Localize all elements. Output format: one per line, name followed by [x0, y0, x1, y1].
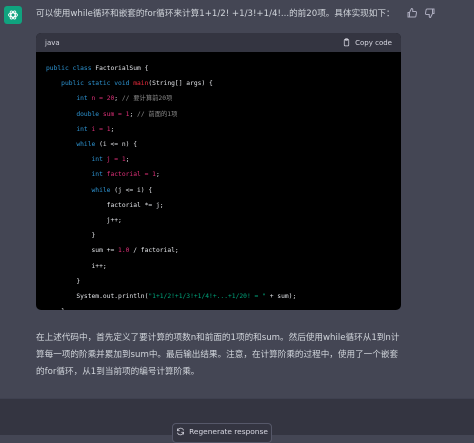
code-token: ;: [110, 125, 115, 133]
code-token: "1+1/2!+1/3!+1/4!+...+1/20! = ": [148, 293, 266, 301]
code-token: }: [91, 232, 96, 240]
code-token: i =: [87, 125, 107, 133]
code-token: int: [76, 125, 88, 133]
assistant-avatar: [4, 6, 22, 24]
code-block: java Copy code public class FactorialSum…: [36, 33, 401, 310]
code-token: j++;: [106, 217, 122, 225]
message-intro: 可以使用while循环和嵌套的for循环来计算1+1/2! +1/3!+1/4!…: [36, 9, 392, 19]
code-token: int: [76, 95, 88, 103]
code-token: sum =: [99, 110, 126, 118]
code-token: int: [91, 156, 103, 164]
code-token: ;: [125, 156, 130, 164]
thumbs-up-icon[interactable]: [406, 7, 418, 19]
code-token: System.out.println(: [76, 293, 149, 301]
code-token: sum +=: [91, 247, 119, 255]
code-token: double: [76, 110, 100, 118]
code-token: public class: [46, 65, 92, 72]
code-token: factorial =: [102, 171, 153, 179]
copy-code-label: Copy code: [355, 38, 392, 47]
code-token: }: [61, 308, 65, 310]
code-token: (String[] args) {: [148, 80, 213, 88]
code-token: (j <= i) {: [110, 186, 153, 194]
regenerate-response-button[interactable]: Regenerate response: [172, 423, 272, 443]
code-token: main: [133, 80, 149, 88]
code-token: / factorial;: [129, 247, 179, 255]
code-token: // 前面的1项: [137, 110, 178, 118]
code-token: FactorialSum {: [91, 65, 149, 72]
code-header: java Copy code: [36, 33, 401, 52]
openai-logo-icon: [8, 10, 18, 20]
code-token: i++;: [91, 262, 107, 270]
clipboard-icon: [344, 38, 350, 47]
message-actions: [406, 7, 436, 19]
code-token: + sum);: [265, 293, 297, 301]
code-token: while: [91, 186, 111, 194]
message-explanation: 在上述代码中，首先定义了要计算的项数n和前面的1项的和sum。然后使用while…: [36, 333, 400, 377]
code-token: j =: [102, 156, 122, 164]
copy-code-button[interactable]: Copy code: [342, 38, 392, 47]
code-token: 1.0: [118, 247, 130, 255]
code-token: n =: [87, 95, 107, 103]
code-token: ;: [114, 95, 122, 103]
code-token: // 要计算前20项: [121, 95, 173, 103]
code-token: (i <= n) {: [95, 141, 138, 149]
code-token: factorial *= j;: [106, 201, 164, 209]
code-token: ;: [155, 171, 160, 179]
code-token: }: [76, 277, 81, 285]
code-content: public class FactorialSum { public stati…: [36, 52, 401, 310]
code-token: ;: [129, 110, 138, 118]
code-token: while: [76, 141, 96, 149]
code-token: public static void: [61, 80, 130, 88]
thumbs-down-icon[interactable]: [424, 7, 436, 19]
code-language-label: java: [45, 38, 60, 47]
code-token: int: [91, 171, 103, 179]
